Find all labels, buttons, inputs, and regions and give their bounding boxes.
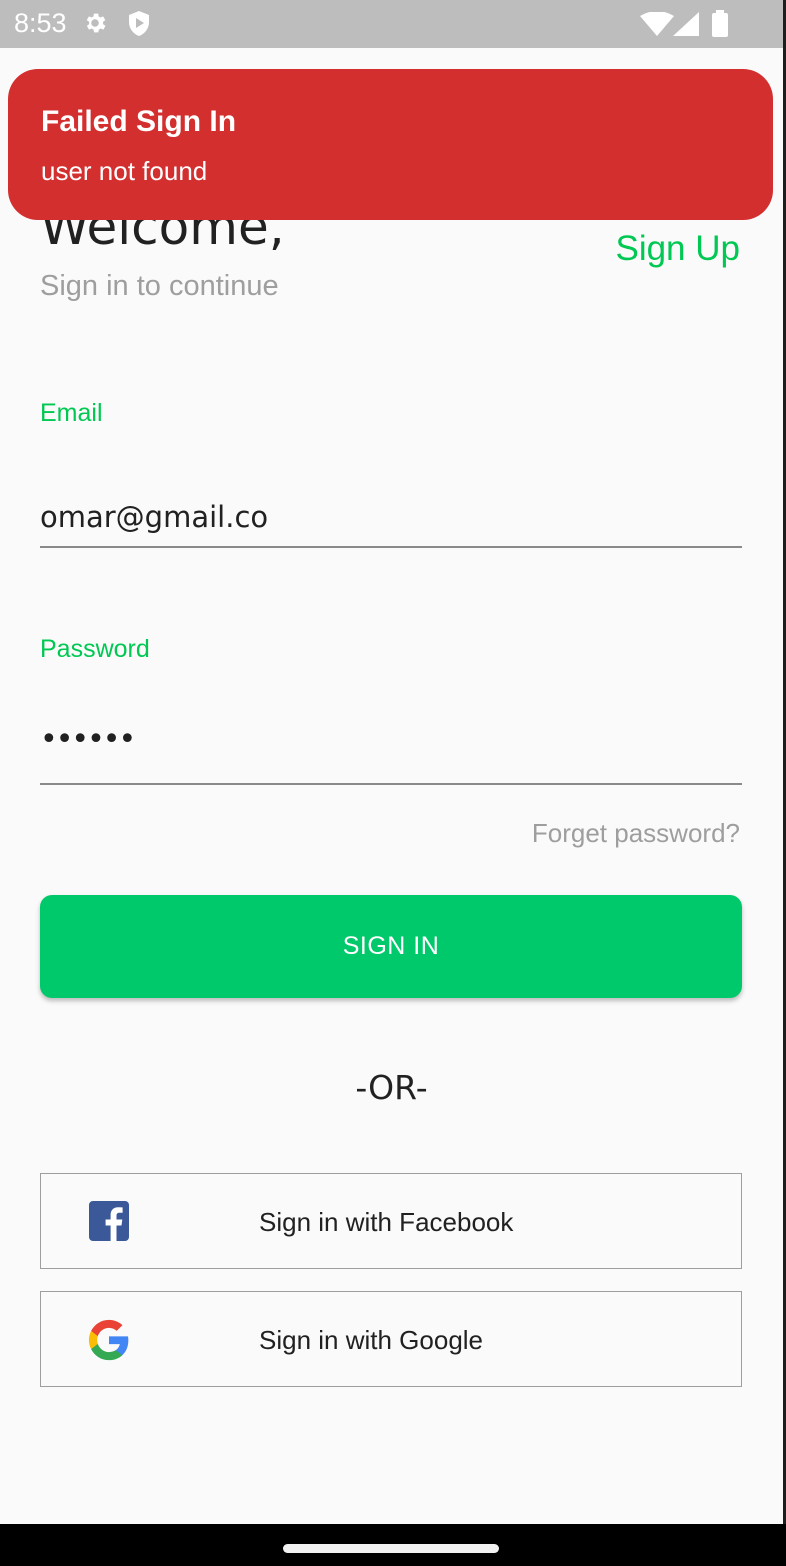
facebook-icon: [89, 1201, 129, 1246]
google-sign-in-label: Sign in with Google: [259, 1325, 484, 1355]
battery-icon: [711, 10, 729, 42]
google-sign-in-button[interactable]: Sign in with Google: [40, 1291, 742, 1387]
facebook-sign-in-label: Sign in with Facebook: [259, 1207, 514, 1237]
error-toast: Failed Sign In user not found: [8, 69, 773, 220]
signal-icon: [673, 12, 699, 41]
sign-up-link[interactable]: Sign Up: [615, 229, 740, 269]
status-time: 8:53: [14, 8, 67, 38]
email-field[interactable]: [40, 488, 742, 548]
facebook-sign-in-button[interactable]: Sign in with Facebook: [40, 1173, 742, 1269]
status-bar: 8:53: [0, 0, 783, 48]
toast-message: user not found: [41, 156, 208, 186]
welcome-subtitle: Sign in to continue: [40, 270, 279, 302]
forget-password-link[interactable]: Forget password?: [532, 818, 740, 849]
gear-icon: [82, 10, 108, 41]
shield-icon: [127, 10, 151, 42]
app-screen: 8:53 Welcome, Sign in to continue Sign U…: [0, 0, 783, 1524]
wifi-icon: [640, 11, 674, 41]
password-label: Password: [40, 635, 150, 663]
google-icon: [87, 1318, 131, 1367]
navigation-bar: [0, 1524, 786, 1566]
password-dots: ••••••: [40, 722, 136, 757]
password-field[interactable]: ••••••: [40, 722, 742, 785]
toast-title: Failed Sign In: [41, 105, 237, 138]
home-handle[interactable]: [283, 1544, 499, 1553]
sign-in-button[interactable]: SIGN IN: [40, 895, 742, 998]
or-divider: -OR-: [355, 1068, 428, 1107]
email-label: Email: [40, 399, 103, 427]
